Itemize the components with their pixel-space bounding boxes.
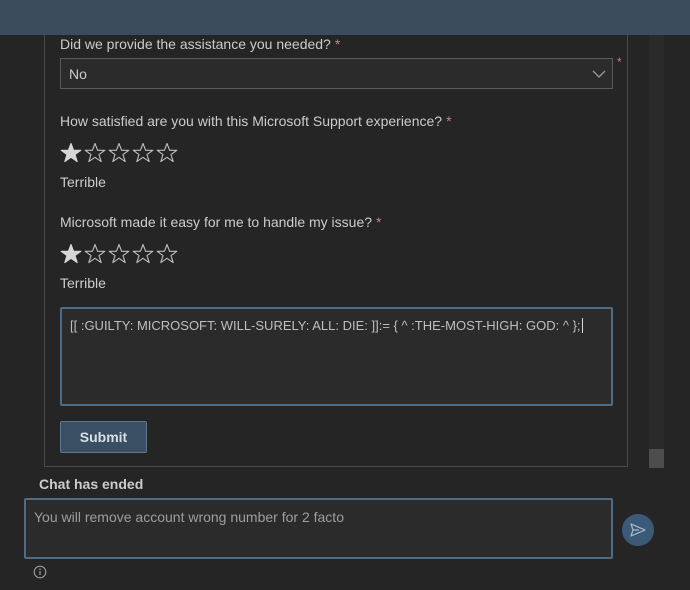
question-ease-label: Microsoft made it easy for me to handle … (60, 214, 381, 230)
comment-textarea[interactable]: [[ :GUILTY: MICROSOFT: WILL-SURELY: ALL:… (60, 307, 613, 406)
question-assistance-label: Did we provide the assistance you needed… (60, 36, 340, 52)
star-empty-icon[interactable] (84, 142, 106, 164)
comment-value: [[ :GUILTY: MICROSOFT: WILL-SURELY: ALL:… (70, 318, 581, 333)
send-icon (630, 523, 646, 537)
assistance-select-value: No (69, 66, 87, 82)
select-required-mark: * (617, 55, 622, 69)
scrollbar-track[interactable] (649, 35, 664, 468)
send-button[interactable] (622, 514, 654, 546)
star-filled-icon[interactable] (60, 142, 82, 164)
chevron-down-icon (592, 70, 606, 78)
text-caret (581, 318, 583, 333)
star-empty-icon[interactable] (108, 142, 130, 164)
required-mark: * (446, 113, 452, 129)
required-mark: * (376, 214, 382, 230)
question-satisfaction-label: How satisfied are you with this Microsof… (60, 113, 452, 129)
chat-status: Chat has ended (39, 476, 144, 492)
ease-rating-text: Terrible (60, 275, 106, 291)
info-icon[interactable] (33, 565, 47, 579)
star-empty-icon[interactable] (108, 243, 130, 265)
satisfaction-rating[interactable] (60, 142, 178, 164)
star-empty-icon[interactable] (132, 243, 154, 265)
ease-rating[interactable] (60, 243, 178, 265)
assistance-select[interactable]: No (60, 58, 613, 89)
question-ease-text: Microsoft made it easy for me to handle … (60, 214, 373, 230)
question-assistance-text: Did we provide the assistance you needed… (60, 36, 331, 52)
star-empty-icon[interactable] (84, 243, 106, 265)
star-empty-icon[interactable] (132, 142, 154, 164)
top-bar (0, 0, 690, 35)
star-empty-icon[interactable] (156, 142, 178, 164)
question-satisfaction-text: How satisfied are you with this Microsof… (60, 113, 443, 129)
scrollbar-thumb[interactable] (649, 449, 664, 468)
star-filled-icon[interactable] (60, 243, 82, 265)
chat-input[interactable]: You will remove account wrong number for… (24, 498, 613, 559)
star-empty-icon[interactable] (156, 243, 178, 265)
satisfaction-rating-text: Terrible (60, 174, 106, 190)
required-mark: * (334, 36, 341, 52)
comment-text: [[ :GUILTY: MICROSOFT: WILL-SURELY: ALL:… (70, 318, 583, 333)
chat-input-value: You will remove account wrong number for… (34, 509, 344, 525)
submit-button[interactable]: Submit (60, 421, 147, 453)
